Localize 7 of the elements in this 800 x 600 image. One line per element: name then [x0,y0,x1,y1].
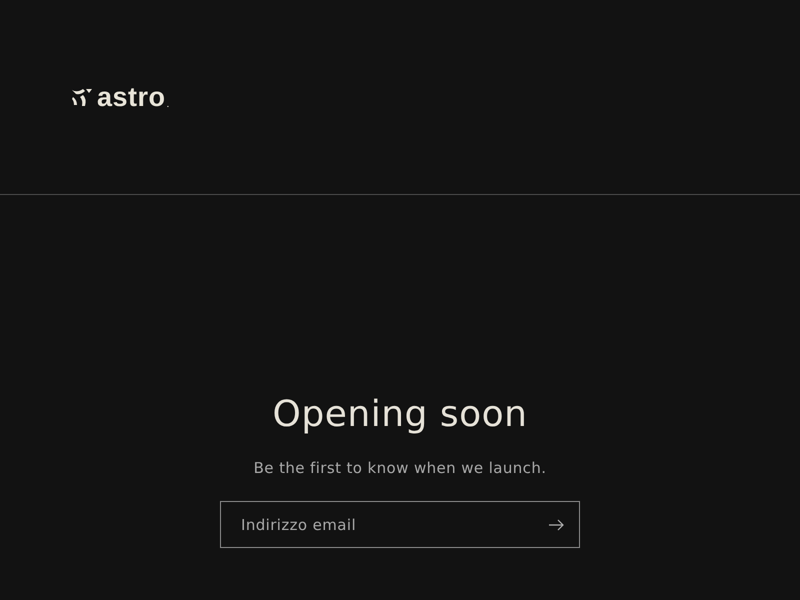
subtitle: Be the first to know when we launch. [254,459,546,477]
arrow-icon [548,519,564,531]
logo-dot: . [166,98,170,110]
logo-text: astro [97,84,166,110]
page-title: Opening soon [272,394,528,435]
logo-icon [71,87,93,107]
email-field[interactable]: Indirizzo email [220,501,580,548]
